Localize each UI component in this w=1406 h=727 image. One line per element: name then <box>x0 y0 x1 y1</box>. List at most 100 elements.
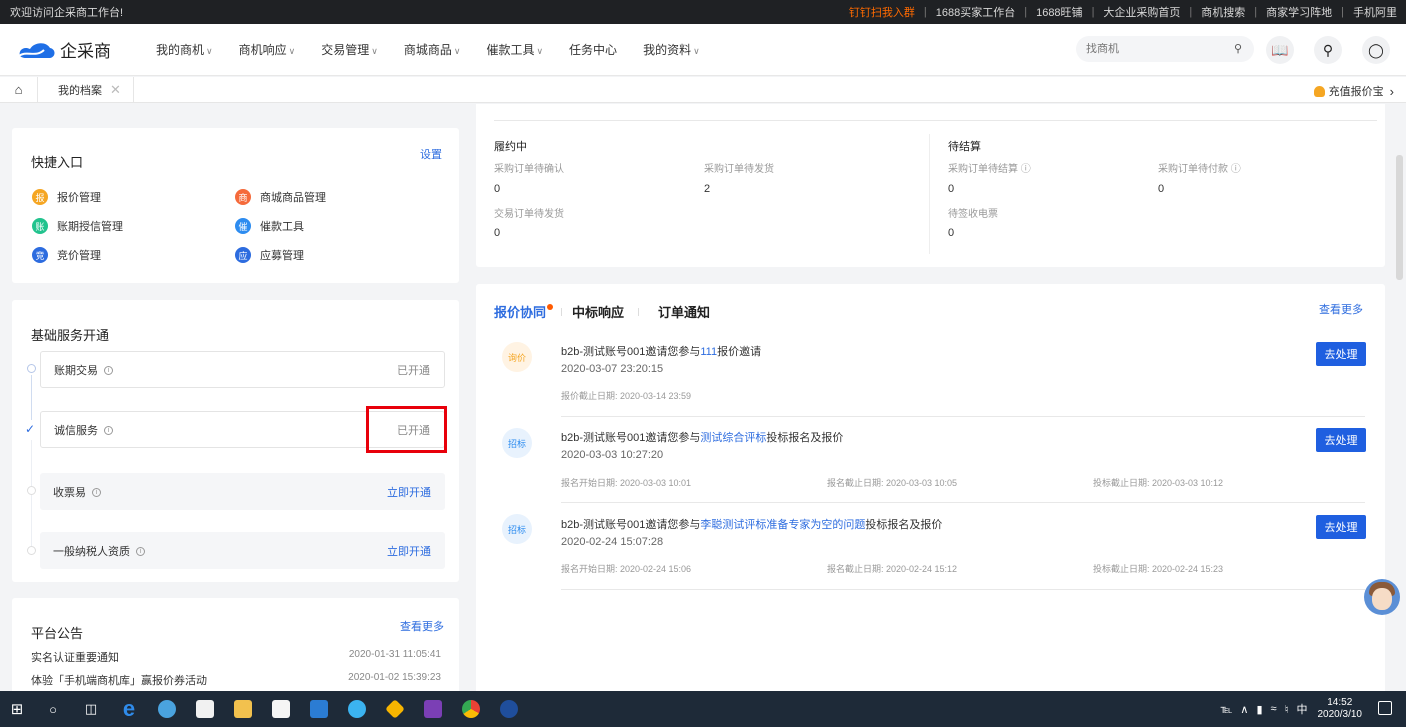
app-icon[interactable] <box>148 691 186 727</box>
top-link-1688-shop[interactable]: 1688旺铺 <box>1027 4 1091 20</box>
search-input[interactable] <box>1086 43 1226 55</box>
nav-my-profile[interactable]: 我的资料 ∨ <box>643 41 700 58</box>
bid-icon: 竞 <box>32 247 48 263</box>
top-link-mobile[interactable]: 手机阿里 <box>1344 4 1406 20</box>
page-scrollbar[interactable] <box>1396 155 1403 280</box>
chrome-icon[interactable] <box>452 691 490 727</box>
chevron-down-icon: ∨ <box>453 46 461 56</box>
assistant-avatar-icon[interactable] <box>1364 579 1400 615</box>
activate-link[interactable]: 立即开通 <box>387 543 431 559</box>
nav-my-opportunities[interactable]: 我的商机 ∨ <box>156 41 213 58</box>
process-button[interactable]: 去处理 <box>1316 428 1366 452</box>
announcement-more-link[interactable]: 查看更多 <box>400 618 444 634</box>
task-view-icon[interactable]: ◫ <box>72 691 110 727</box>
stat-value[interactable]: 0 <box>948 183 954 195</box>
search-icon[interactable]: ○ <box>34 691 72 727</box>
onenote-icon[interactable] <box>414 691 452 727</box>
nav-opportunity-response[interactable]: 商机响应 ∨ <box>239 41 296 58</box>
top-link-buyer-workbench[interactable]: 1688买家工作台 <box>927 4 1024 20</box>
stat-value[interactable]: 2 <box>704 183 710 195</box>
close-icon[interactable]: ✕ <box>110 82 121 98</box>
tab-order-notice[interactable]: 订单通知 <box>658 302 710 321</box>
feed-item-link[interactable]: 测试综合评标 <box>700 432 766 444</box>
feed-item-time: 2020-03-07 23:20:15 <box>561 363 664 375</box>
quick-item-recruitment[interactable]: 应应募管理 <box>235 247 304 263</box>
feed-more-link[interactable]: 查看更多 <box>1319 301 1363 317</box>
tab-quote-collaboration[interactable]: 报价协同 <box>494 302 546 321</box>
quick-item-bidding[interactable]: 竞竞价管理 <box>32 247 101 263</box>
file-explorer-icon[interactable] <box>224 691 262 727</box>
announcement-card: 平台公告 查看更多 实名认证重要通知 2020-01-31 11:05:41 体… <box>12 598 459 698</box>
activate-link[interactable]: 立即开通 <box>387 484 431 500</box>
process-button[interactable]: 去处理 <box>1316 342 1366 366</box>
battery-icon[interactable]: ▮ <box>1256 703 1262 716</box>
divider <box>561 308 562 316</box>
stat-value[interactable]: 0 <box>1158 183 1164 195</box>
home-icon[interactable]: ⌂ <box>0 76 38 103</box>
quick-item-collection[interactable]: 催催款工具 <box>235 218 304 234</box>
info-icon[interactable]: ⓘ <box>1021 164 1031 175</box>
chevron-down-icon: ∨ <box>206 46 213 56</box>
info-icon[interactable]: i <box>92 488 101 498</box>
announcement-item[interactable]: 体验「手机端商机库」赢报价券活动 2020-01-02 15:39:23 <box>31 672 441 688</box>
clock[interactable]: 14:52 2020/3/10 <box>1318 697 1363 721</box>
top-link-enterprise-home[interactable]: 大企业采购首页 <box>1094 4 1189 20</box>
stat-value[interactable]: 0 <box>948 227 954 239</box>
top-link-learning[interactable]: 商家学习阵地 <box>1257 4 1341 20</box>
notification-icon[interactable] <box>1378 701 1392 715</box>
feed-item-link[interactable]: 李聪测试评标准备专家为空的问题 <box>700 519 865 531</box>
chevron-up-icon[interactable]: ∧ <box>1240 703 1248 716</box>
user-icon[interactable]: ◯ <box>1362 36 1390 64</box>
info-icon[interactable]: ⓘ <box>1231 164 1241 175</box>
info-icon[interactable]: i <box>104 426 113 436</box>
top-link-opportunity-search[interactable]: 商机搜索 <box>1192 4 1254 20</box>
settings-link[interactable]: 设置 <box>420 146 442 162</box>
feed-item-text: b2b-测试账号001邀请您参与111报价邀请 <box>561 346 762 358</box>
top-info-bar: 欢迎访问企采商工作台! 钉钉扫我入群 | 1688买家工作台 | 1688旺铺 | 大… <box>0 0 1406 24</box>
quote-icon: 报 <box>32 189 48 205</box>
service-status: 已开通 <box>397 364 430 377</box>
search-icon[interactable]: ⚲ <box>1234 42 1242 55</box>
announcement-item[interactable]: 实名认证重要通知 2020-01-31 11:05:41 <box>31 649 441 665</box>
windows-start-icon[interactable]: ⊞ <box>0 691 34 727</box>
check-icon: ✓ <box>25 422 36 436</box>
process-button[interactable]: 去处理 <box>1316 515 1366 539</box>
in-progress-title: 履约中 <box>494 141 527 153</box>
logo[interactable]: 企采商 <box>16 37 156 62</box>
quick-item-credit[interactable]: 账账期授信管理 <box>32 218 123 234</box>
app-icon[interactable] <box>376 691 414 727</box>
top-link-dingding[interactable]: 钉钉扫我入群 <box>840 4 924 20</box>
nav-mall-products[interactable]: 商城商品 ∨ <box>404 41 461 58</box>
tab-my-profile[interactable]: 我的档案 ✕ <box>38 76 134 103</box>
ime-indicator[interactable]: 中 <box>1297 701 1308 717</box>
cloud-logo-icon <box>18 42 55 58</box>
nav-trade-management[interactable]: 交易管理 ∨ <box>321 41 378 58</box>
stat-value[interactable]: 0 <box>494 227 500 239</box>
info-icon[interactable]: i <box>136 547 145 557</box>
stat-label: 待签收电票 <box>948 209 998 220</box>
volume-icon[interactable]: ♮ <box>1285 703 1289 716</box>
tab-award-response[interactable]: 中标响应 <box>572 302 624 321</box>
timeline-dot <box>27 546 36 555</box>
divider <box>638 308 639 316</box>
quick-item-mall-products[interactable]: 商商城商品管理 <box>235 189 326 205</box>
collect-icon: 催 <box>235 218 251 234</box>
info-icon[interactable]: i <box>104 366 113 376</box>
nav-collection-tools[interactable]: 催款工具 ∨ <box>486 41 543 58</box>
app-icon[interactable] <box>186 691 224 727</box>
bell-icon[interactable]: ⚲ <box>1314 36 1342 64</box>
quick-entry-title: 快捷入口 <box>31 155 84 170</box>
store-icon[interactable] <box>262 691 300 727</box>
recharge-link[interactable]: 充值报价宝 › <box>1313 83 1394 99</box>
nav-task-center[interactable]: 任务中心 <box>569 41 617 58</box>
people-icon[interactable]: ℡ <box>1221 703 1233 716</box>
network-icon[interactable]: ≈ <box>1271 703 1277 715</box>
app-icon[interactable] <box>490 691 528 727</box>
quick-item-quote[interactable]: 报报价管理 <box>32 189 101 205</box>
edge-browser-icon[interactable]: e <box>110 691 148 727</box>
app-icon[interactable] <box>338 691 376 727</box>
feed-item-link[interactable]: 111 <box>700 346 717 358</box>
book-icon[interactable]: 📖 <box>1266 36 1294 64</box>
stat-value[interactable]: 0 <box>494 183 500 195</box>
mail-icon[interactable] <box>300 691 338 727</box>
